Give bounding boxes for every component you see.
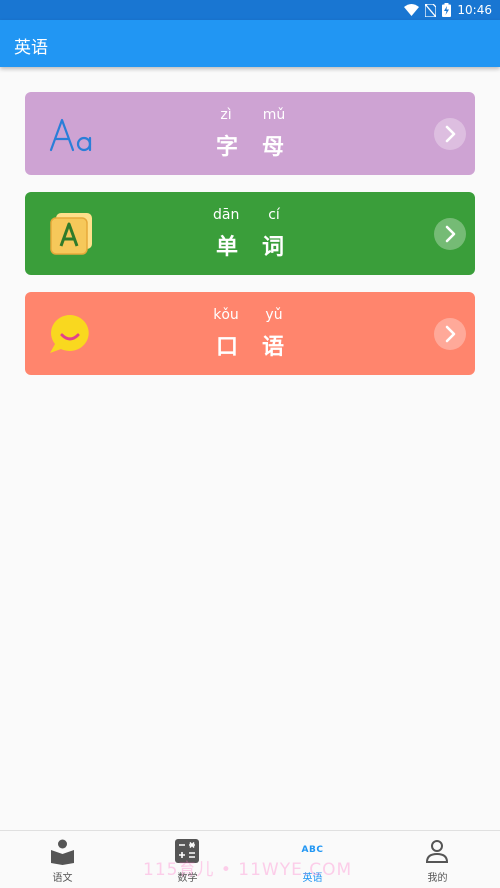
card-pinyin: kǒu yǔ bbox=[25, 307, 475, 323]
pinyin-syllable: dān bbox=[213, 207, 240, 223]
status-bar: 10:46 bbox=[0, 0, 500, 20]
abc-icon: ABC bbox=[301, 845, 324, 855]
chevron-right-icon[interactable] bbox=[434, 318, 466, 350]
hanzi-char: 口 bbox=[215, 335, 238, 360]
wifi-icon bbox=[404, 4, 420, 16]
pinyin-syllable: mǔ bbox=[262, 107, 286, 123]
card-letters[interactable]: zì mǔ 字 母 bbox=[25, 92, 475, 175]
nav-label: 语文 bbox=[52, 873, 73, 884]
status-icons: 10:46 bbox=[404, 2, 492, 18]
status-time: 10:46 bbox=[457, 3, 492, 17]
nav-label: 我的 bbox=[427, 873, 448, 884]
card-title: 字 母 bbox=[25, 129, 475, 161]
hanzi-char: 语 bbox=[261, 335, 284, 360]
nav-item-chinese[interactable]: 语文 bbox=[0, 831, 125, 888]
pinyin-syllable: cí bbox=[268, 207, 280, 223]
pinyin-syllable: zì bbox=[220, 107, 232, 123]
nav-item-profile[interactable]: 我的 bbox=[375, 831, 500, 888]
card-pinyin: dān cí bbox=[25, 207, 475, 223]
battery-charging-icon bbox=[442, 3, 452, 17]
card-pinyin: zì mǔ bbox=[25, 107, 475, 123]
hanzi-char: 字 bbox=[215, 135, 238, 160]
pinyin-syllable: kǒu bbox=[213, 307, 239, 323]
page-title: 英语 bbox=[14, 38, 48, 58]
book-reader-icon bbox=[51, 839, 74, 865]
chevron-right-icon[interactable] bbox=[434, 118, 466, 150]
card-words[interactable]: dān cí 单 词 bbox=[25, 192, 475, 275]
no-sim-icon bbox=[425, 3, 437, 17]
card-title: 口 语 bbox=[25, 329, 475, 361]
chevron-right-icon[interactable] bbox=[434, 218, 466, 250]
card-speaking[interactable]: kǒu yǔ 口 语 bbox=[25, 292, 475, 375]
app-bar: 英语 bbox=[0, 20, 500, 67]
hanzi-char: 单 bbox=[215, 235, 238, 260]
watermark: 115育儿 • 11WYE.COM bbox=[143, 860, 353, 880]
hanzi-char: 母 bbox=[261, 135, 284, 160]
person-icon bbox=[425, 840, 449, 863]
card-title: 单 词 bbox=[25, 229, 475, 261]
hanzi-char: 词 bbox=[261, 235, 284, 260]
pinyin-syllable: yǔ bbox=[265, 307, 283, 323]
